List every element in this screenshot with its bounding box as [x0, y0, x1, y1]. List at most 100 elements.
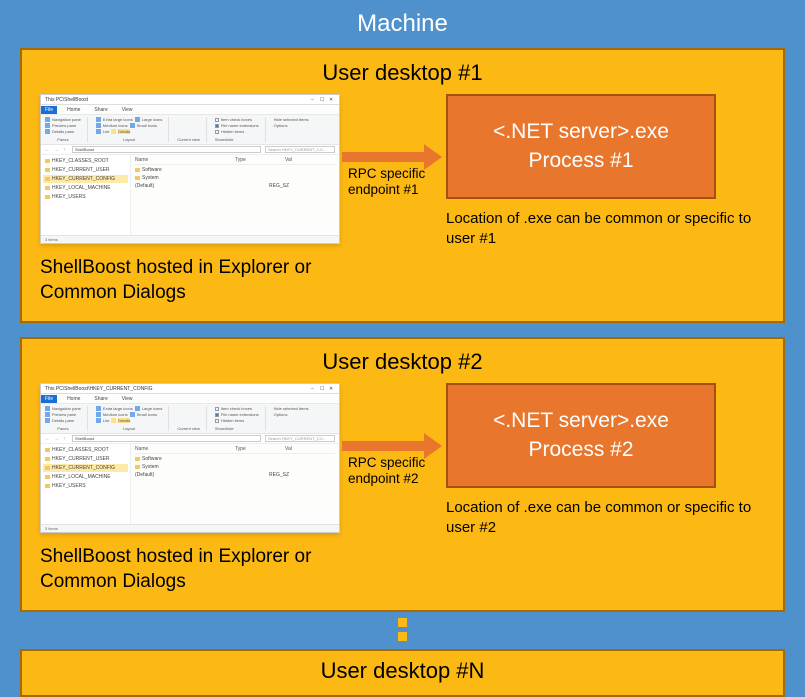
content-pane: Name Type Val Software System (Default)R… [131, 155, 339, 235]
group-show: Show/hide [215, 137, 259, 142]
check-icon[interactable] [215, 419, 219, 423]
check-icon[interactable] [215, 413, 219, 417]
tree-item[interactable]: HKEY_LOCAL_MACHINE [43, 184, 128, 192]
minimize-icon[interactable]: − [311, 386, 317, 392]
tree-item[interactable]: HKEY_USERS [43, 482, 128, 490]
user-desktop-n: User desktop #N [20, 649, 785, 697]
tree-pane: HKEY_CLASSES_ROOT HKEY_CURRENT_USER HKEY… [41, 444, 131, 524]
tree-item-selected[interactable]: HKEY_CURRENT_CONFIG [43, 175, 128, 183]
back-icon[interactable]: ← [45, 147, 50, 152]
list-item[interactable]: System [135, 174, 335, 182]
group-layout: Layout [96, 426, 162, 431]
folder-icon [45, 484, 50, 488]
list-item[interactable]: Software [135, 166, 335, 174]
list-item[interactable]: Software [135, 455, 335, 463]
status-bar: 3 items [41, 235, 339, 243]
tab-view[interactable]: View [118, 106, 137, 114]
explorer-window-2: This PC\ShellBoost\HKEY_CURRENT_CONFIG −… [40, 383, 340, 533]
up-icon[interactable]: ↑ [63, 436, 68, 441]
navpane-icon [45, 406, 50, 411]
group-current: Current view [177, 426, 199, 431]
list-icon [96, 129, 101, 134]
shellboost-caption-1: ShellBoost hosted in Explorer or Common … [40, 256, 340, 305]
location-note-2: Location of .exe can be common or specif… [446, 498, 765, 537]
dot-icon [398, 632, 407, 641]
navpane-icon [45, 117, 50, 122]
titlebar: This PC\ShellBoost − ☐ ✕ [41, 95, 339, 105]
fwd-icon[interactable]: → [54, 436, 59, 441]
group-current: Current view [177, 137, 199, 142]
folder-icon [45, 475, 50, 479]
tree-item[interactable]: HKEY_USERS [43, 193, 128, 201]
large-icon [135, 406, 140, 411]
shellboost-caption-2: ShellBoost hosted in Explorer or Common … [40, 545, 340, 594]
desktop-2-title: User desktop #2 [40, 349, 765, 375]
folder-icon [45, 186, 50, 190]
content-pane: Name Type Val Software System (Default)R… [131, 444, 339, 524]
tree-item[interactable]: HKEY_LOCAL_MACHINE [43, 473, 128, 481]
close-icon[interactable]: ✕ [329, 97, 335, 103]
list-item[interactable]: System [135, 463, 335, 471]
address-bar: ← → ↑ ShellBoost Search HKEY_CURRENT_CO.… [41, 145, 339, 155]
process-exe-2: <.NET server>.exe [493, 407, 669, 435]
check-icon[interactable] [215, 130, 219, 134]
tree-item-selected[interactable]: HKEY_CURRENT_CONFIG [43, 464, 128, 472]
maximize-icon[interactable]: ☐ [320, 97, 326, 103]
folder-icon [45, 448, 50, 452]
folder-icon [45, 195, 50, 199]
rpc-label-2: RPC specific endpoint #2 [348, 455, 440, 487]
ellipsis-dots [398, 618, 407, 641]
titlebar: This PC\ShellBoost\HKEY_CURRENT_CONFIG −… [41, 384, 339, 394]
rpc-label-1: RPC specific endpoint #1 [348, 166, 440, 198]
tab-file[interactable]: File [41, 395, 57, 403]
list-item[interactable]: (Default)REG_SZ [135, 182, 335, 190]
tree-item[interactable]: HKEY_CURRENT_USER [43, 455, 128, 463]
search-input[interactable]: Search HKEY_CURRENT_CO... [265, 146, 335, 153]
tree-item[interactable]: HKEY_CLASSES_ROOT [43, 446, 128, 454]
tab-file[interactable]: File [41, 106, 57, 114]
ribbon-tabs: File Home Share View [41, 394, 339, 404]
search-input[interactable]: Search HKEY_CURRENT_CO... [265, 435, 335, 442]
det-icon [111, 129, 116, 134]
fwd-icon[interactable]: → [54, 147, 59, 152]
folder-icon [135, 168, 140, 172]
machine-title: Machine [20, 10, 785, 38]
tab-share[interactable]: Share [90, 106, 111, 114]
folder-icon [45, 466, 50, 470]
folder-icon [135, 465, 140, 469]
list-icon [96, 418, 101, 423]
check-icon[interactable] [215, 118, 219, 122]
back-icon[interactable]: ← [45, 436, 50, 441]
tab-share[interactable]: Share [90, 395, 111, 403]
folder-icon [45, 159, 50, 163]
folder-icon [45, 457, 50, 461]
details-icon [45, 129, 50, 134]
tab-home[interactable]: Home [63, 395, 84, 403]
desktop-1-title: User desktop #1 [40, 60, 765, 86]
close-icon[interactable]: ✕ [329, 386, 335, 392]
group-show: Show/hide [215, 426, 259, 431]
list-item[interactable]: (Default)REG_SZ [135, 471, 335, 479]
maximize-icon[interactable]: ☐ [320, 386, 326, 392]
up-icon[interactable]: ↑ [63, 147, 68, 152]
user-desktop-1: User desktop #1 This PC\ShellBoost − ☐ ✕… [20, 48, 785, 323]
check-icon[interactable] [215, 124, 219, 128]
tree-item[interactable]: HKEY_CURRENT_USER [43, 166, 128, 174]
group-layout: Layout [96, 137, 162, 142]
xlarge-icon [96, 117, 101, 122]
ribbon-tabs: File Home Share View [41, 105, 339, 115]
user-desktop-2: User desktop #2 This PC\ShellBoost\HKEY_… [20, 337, 785, 612]
preview-icon [45, 412, 50, 417]
tree-item[interactable]: HKEY_CLASSES_ROOT [43, 157, 128, 165]
machine-container: Machine User desktop #1 This PC\ShellBoo… [0, 0, 805, 697]
address-input[interactable]: ShellBoost [72, 146, 261, 153]
folder-icon [135, 176, 140, 180]
address-input[interactable]: ShellBoost [72, 435, 261, 442]
check-icon[interactable] [215, 407, 219, 411]
det-icon [111, 418, 116, 423]
xlarge-icon [96, 406, 101, 411]
minimize-icon[interactable]: − [311, 97, 317, 103]
window-path: This PC\ShellBoost [45, 97, 88, 103]
tab-view[interactable]: View [118, 395, 137, 403]
tab-home[interactable]: Home [63, 106, 84, 114]
